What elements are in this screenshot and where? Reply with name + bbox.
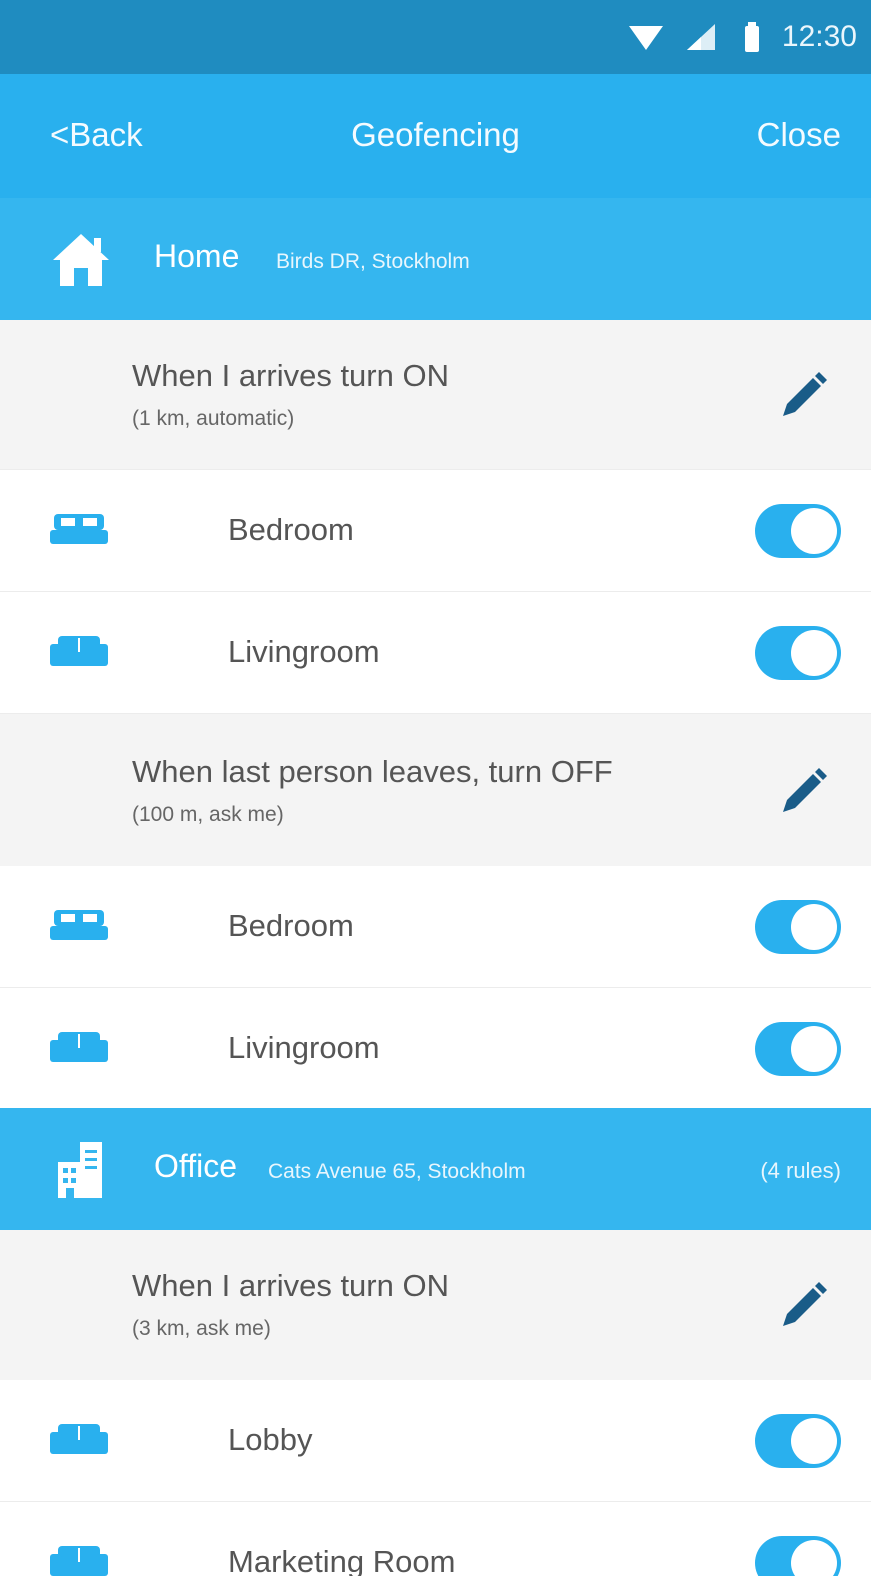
location-address: Birds DR, Stockholm (276, 250, 470, 273)
room-toggle[interactable] (755, 626, 841, 680)
room-toggle[interactable] (755, 1022, 841, 1076)
rule-row[interactable]: When I arrives turn ON (1 km, automatic) (0, 320, 871, 470)
toggle-knob (791, 508, 837, 554)
rule-title: When I arrives turn ON (132, 1268, 449, 1303)
pencil-icon[interactable] (777, 370, 829, 422)
pencil-icon[interactable] (777, 1280, 829, 1332)
sofa-icon (50, 1424, 108, 1454)
location-header-office[interactable]: Office Cats Avenue 65, Stockholm (4 rule… (0, 1108, 871, 1230)
room-label: Bedroom (228, 512, 354, 547)
page-title: Geofencing (351, 116, 520, 153)
room-row-bedroom: Bedroom (0, 470, 871, 592)
location-name: Office (154, 1148, 237, 1184)
status-time: 12:30 (781, 20, 857, 53)
status-bar: 12:30 (0, 0, 871, 74)
rule-subtitle: (1 km, automatic) (132, 407, 295, 430)
room-row-bedroom: Bedroom (0, 866, 871, 988)
room-toggle[interactable] (755, 1414, 841, 1468)
room-row-livingroom: Livingroom (0, 592, 871, 714)
rule-title: When last person leaves, turn OFF (132, 754, 613, 789)
room-label: Lobby (228, 1422, 313, 1457)
room-label: Livingroom (228, 1030, 380, 1065)
sofa-icon (50, 1032, 108, 1062)
bed-icon (50, 514, 108, 544)
room-row-lobby: Lobby (0, 1380, 871, 1502)
toggle-knob (791, 1418, 837, 1464)
cell-signal-icon (687, 24, 715, 50)
toggle-knob (791, 1540, 837, 1576)
toggle-knob (791, 1026, 837, 1072)
location-rule-count: (4 rules) (760, 1158, 841, 1183)
room-row-livingroom: Livingroom (0, 988, 871, 1110)
room-label: Bedroom (228, 908, 354, 943)
toggle-knob (791, 904, 837, 950)
rule-row[interactable]: When last person leaves, turn OFF (100 m… (0, 714, 871, 868)
toggle-knob (791, 630, 837, 676)
battery-icon (745, 22, 759, 52)
room-row-marketing-room: Marketing Room (0, 1502, 871, 1576)
rule-row[interactable]: When I arrives turn ON (3 km, ask me) (0, 1230, 871, 1384)
pencil-icon[interactable] (777, 766, 829, 818)
close-button[interactable]: Close (757, 116, 841, 154)
app-bar: <Back Geofencing Close (0, 74, 871, 198)
office-building-icon (58, 1142, 102, 1198)
room-toggle[interactable] (755, 504, 841, 558)
location-address: Cats Avenue 65, Stockholm (268, 1160, 526, 1183)
status-icons (629, 22, 759, 52)
bed-icon (50, 910, 108, 940)
location-header-home[interactable]: Home Birds DR, Stockholm (0, 198, 871, 320)
room-label: Marketing Room (228, 1544, 456, 1576)
location-name: Home (154, 238, 240, 274)
room-toggle[interactable] (755, 900, 841, 954)
wifi-icon (629, 26, 663, 50)
rule-subtitle: (100 m, ask me) (132, 803, 284, 826)
rule-title: When I arrives turn ON (132, 358, 449, 393)
room-label: Livingroom (228, 634, 380, 669)
room-toggle[interactable] (755, 1536, 841, 1576)
sofa-icon (50, 636, 108, 666)
house-icon (53, 234, 109, 286)
sofa-icon (50, 1546, 108, 1576)
rule-subtitle: (3 km, ask me) (132, 1317, 271, 1340)
